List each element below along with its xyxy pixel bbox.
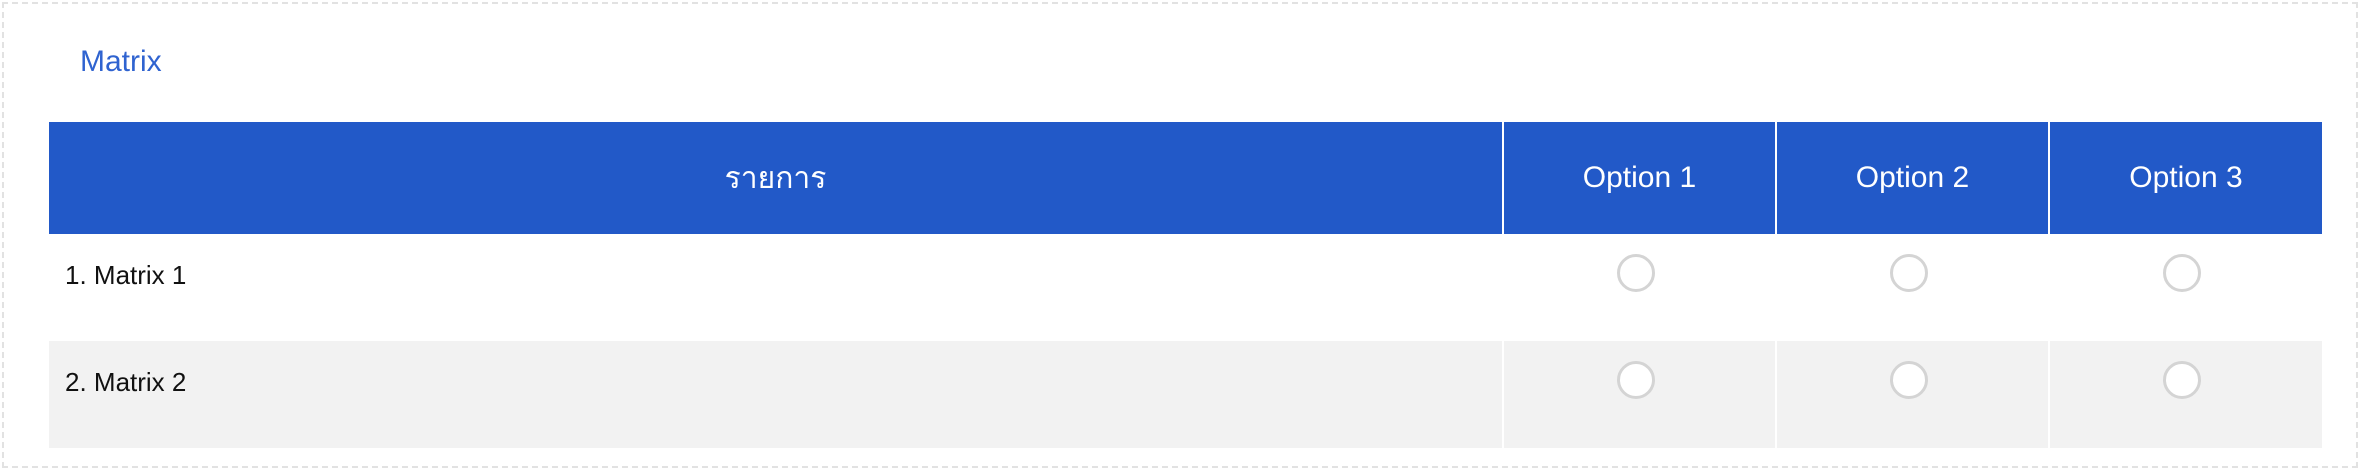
option-cell	[2048, 341, 2322, 448]
table-row: 2. Matrix 2	[49, 341, 2322, 448]
question-frame: Matrix รายการ Option 1 Option 2 Option 3…	[2, 2, 2358, 468]
radio-row2-option1-icon[interactable]	[1616, 361, 1655, 399]
row-label-cell: 2. Matrix 2	[49, 341, 1503, 448]
header-row: รายการ Option 1 Option 2 Option 3	[49, 122, 2322, 234]
header-option-1: Option 1	[1502, 122, 1776, 234]
option-cell	[2048, 234, 2322, 341]
row-label: 2. Matrix 2	[65, 367, 187, 397]
radio-row2-option3-icon[interactable]	[2163, 361, 2201, 399]
header-option-3: Option 3	[2048, 122, 2322, 234]
radio-row1-option1-icon[interactable]	[1616, 254, 1655, 292]
row-label-cell: 1. Matrix 1	[49, 234, 1503, 341]
row-label: 1. Matrix 1	[65, 260, 187, 290]
radio-row1-option3-icon[interactable]	[2163, 254, 2201, 292]
option-cell	[1502, 234, 1776, 341]
radio-row2-option2-icon[interactable]	[1889, 361, 1928, 399]
matrix-table: รายการ Option 1 Option 2 Option 3 1. Mat…	[49, 122, 2322, 448]
header-item-column: รายการ	[49, 122, 1503, 234]
question-title: Matrix	[80, 45, 162, 78]
option-cell	[1502, 341, 1776, 448]
option-cell	[1775, 341, 2049, 448]
radio-row1-option2-icon[interactable]	[1889, 254, 1928, 292]
table-row: 1. Matrix 1	[49, 234, 2322, 341]
header-option-2: Option 2	[1775, 122, 2049, 234]
option-cell	[1775, 234, 2049, 341]
